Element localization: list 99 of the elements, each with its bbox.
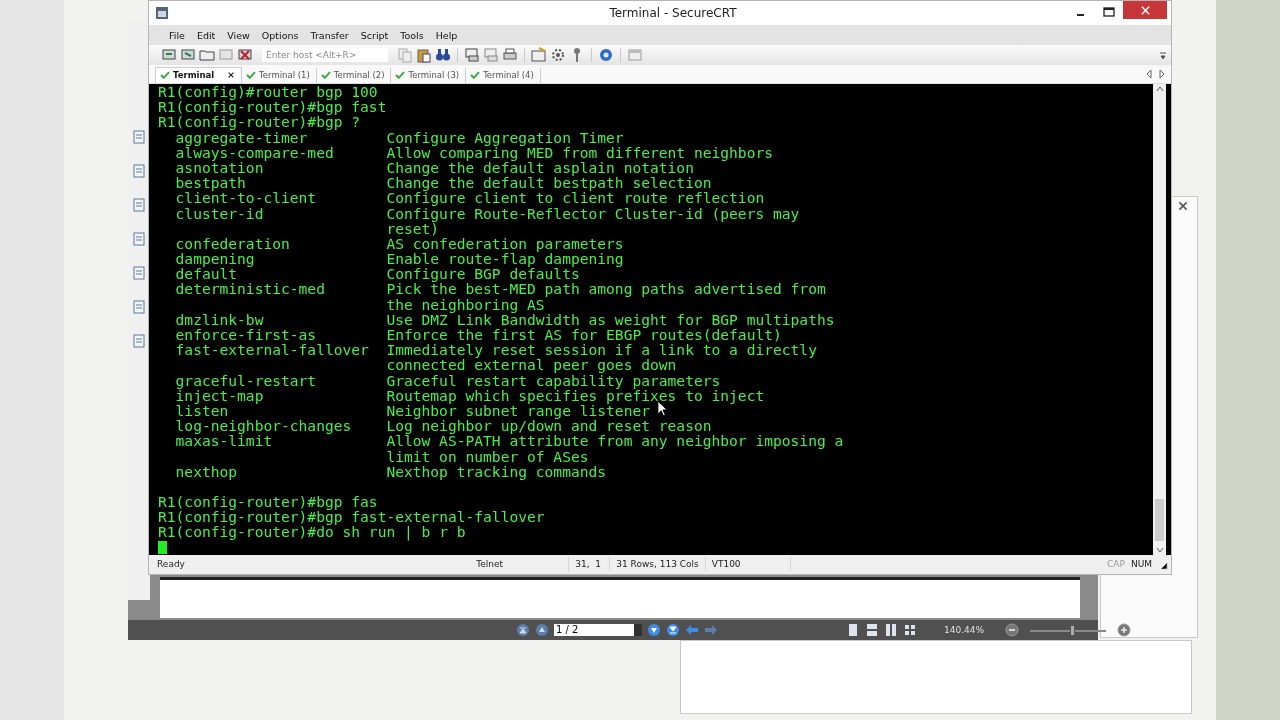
zoom-out-icon[interactable] bbox=[1005, 623, 1020, 637]
command-name: inject-map bbox=[175, 387, 264, 403]
scroll-up-icon[interactable] bbox=[1154, 84, 1165, 94]
scroll-left-icon[interactable] bbox=[1145, 69, 1153, 79]
terminal-line: R1(config-router)#bgp fas bbox=[158, 494, 378, 510]
command-description: the neighboring AS bbox=[386, 296, 545, 312]
menu-item[interactable]: Options bbox=[255, 29, 305, 41]
command-name: nexthop bbox=[175, 463, 239, 479]
menu-item[interactable]: Transfer bbox=[304, 29, 355, 41]
window-title: Terminal - SecureCRT bbox=[608, 6, 738, 20]
cursor-position: 31, 1 bbox=[569, 557, 611, 572]
close-button[interactable] bbox=[1123, 1, 1167, 19]
close-icon[interactable] bbox=[1177, 200, 1189, 212]
terminal-line: R1(config-router)#do sh run | b r b bbox=[158, 524, 466, 540]
command-description: Enable route-flap dampening bbox=[386, 251, 624, 267]
menu-item[interactable]: Edit bbox=[190, 29, 222, 41]
command-description: connected external peer goes down bbox=[386, 357, 677, 373]
scroll-down-icon[interactable] bbox=[1154, 545, 1165, 555]
command-name: asnotation bbox=[175, 159, 264, 176]
previous-page-icon[interactable] bbox=[535, 623, 549, 637]
settings-icon[interactable] bbox=[550, 47, 566, 63]
menu-item[interactable]: Tools bbox=[394, 29, 430, 41]
single-page-icon[interactable] bbox=[846, 623, 860, 637]
command-name: always-compare-med bbox=[175, 144, 335, 160]
command-description: AS confederation parameters bbox=[386, 235, 624, 252]
command-description: Configure Route-Reflector Cluster-id (peers may bbox=[386, 205, 800, 221]
two-page-icon[interactable] bbox=[884, 623, 898, 637]
command-description: Enforce the first AS for EBGP routes(default) bbox=[386, 327, 782, 343]
menu-item[interactable]: View bbox=[221, 29, 256, 41]
menu-item[interactable]: File bbox=[163, 29, 191, 41]
toolbar-overflow-icon[interactable] bbox=[1159, 50, 1167, 60]
command-description: reset) bbox=[386, 220, 440, 236]
check-icon bbox=[395, 71, 406, 79]
command-description: Graceful restart capability parameters bbox=[386, 372, 721, 388]
command-description: Pick the best-MED path among paths advertised from bbox=[386, 281, 826, 297]
scrollbar[interactable] bbox=[1153, 84, 1166, 555]
print-screen-icon[interactable] bbox=[464, 47, 480, 63]
host-field[interactable]: Enter host <Alt+R> bbox=[262, 48, 388, 62]
command-description: Routemap which specifies prefixes to inject bbox=[386, 387, 765, 403]
command-name: cluster-id bbox=[175, 205, 265, 221]
menu-item[interactable]: Help bbox=[429, 29, 464, 41]
disconnect-icon[interactable] bbox=[237, 47, 253, 63]
key-indicator: NUM bbox=[1129, 558, 1153, 571]
back-arrow-icon[interactable] bbox=[685, 623, 699, 637]
check-icon bbox=[160, 71, 170, 79]
key-indicator: CAP bbox=[1106, 558, 1126, 571]
command-name: aggregate-timer bbox=[175, 129, 308, 145]
zoom-percentage: 140.44% bbox=[944, 625, 985, 635]
protocol-label: Telnet bbox=[476, 557, 570, 572]
command-name: dmzlink-bw bbox=[175, 311, 265, 327]
command-description: limit on number of ASes bbox=[386, 448, 589, 464]
folder-icon[interactable] bbox=[199, 47, 215, 63]
command-description: Configure Aggregation Timer bbox=[386, 129, 624, 145]
terminal-line: R1(config-router)#bgp ? bbox=[158, 114, 361, 130]
continuous-page-icon[interactable] bbox=[865, 623, 879, 637]
command-name: deterministic-med bbox=[175, 281, 326, 297]
next-page-icon[interactable] bbox=[647, 623, 661, 637]
command-name: enforce-first-as bbox=[175, 327, 318, 343]
command-description: Change the default asplain notation bbox=[386, 159, 694, 176]
scroll-right-icon[interactable] bbox=[1158, 69, 1166, 79]
session-tab[interactable]: Terminal bbox=[155, 67, 243, 83]
session-tab[interactable]: Terminal (3) bbox=[391, 68, 467, 83]
app-icon bbox=[155, 6, 169, 20]
terminal-size: 31 Rows, 113 Cols bbox=[610, 557, 706, 572]
grid-view-icon[interactable] bbox=[903, 623, 917, 637]
terminal-line: R1(config)#router bgp 100 bbox=[158, 84, 378, 100]
menu-item[interactable]: Script bbox=[354, 29, 395, 41]
terminal-line: R1(config-router)#bgp fast-external-fallover bbox=[158, 509, 545, 525]
paste-icon[interactable] bbox=[416, 47, 432, 63]
command-name: confederation bbox=[175, 235, 291, 252]
printer-icon[interactable] bbox=[502, 47, 518, 63]
quick-connect-icon[interactable] bbox=[180, 47, 196, 63]
emulation-label: VT100 bbox=[705, 557, 791, 572]
first-page-icon[interactable] bbox=[516, 623, 530, 637]
check-icon bbox=[246, 71, 257, 79]
command-name: fast-external-fallover bbox=[175, 342, 369, 358]
zoom-in-icon[interactable] bbox=[1117, 623, 1132, 637]
binoculars-icon[interactable] bbox=[435, 47, 451, 63]
command-description: Nexthop tracking commands bbox=[386, 463, 607, 479]
connect-icon[interactable] bbox=[161, 47, 177, 63]
text-cursor bbox=[158, 540, 167, 554]
command-name: graceful-restart bbox=[175, 372, 318, 388]
close-icon[interactable] bbox=[227, 71, 236, 79]
scrollbar-thumb[interactable] bbox=[1155, 499, 1164, 541]
command-name: dampening bbox=[175, 251, 256, 267]
slider-thumb[interactable] bbox=[1069, 624, 1075, 636]
command-name: bestpath bbox=[175, 175, 246, 191]
last-page-icon[interactable] bbox=[666, 623, 680, 637]
check-icon bbox=[470, 71, 481, 79]
command-name: log-neighbor-changes bbox=[175, 418, 353, 434]
session-tab[interactable]: Terminal (4) bbox=[466, 68, 541, 83]
session-tab[interactable]: Terminal (2) bbox=[316, 68, 392, 83]
check-icon bbox=[320, 71, 331, 79]
status-text: Ready bbox=[156, 558, 186, 571]
page-field[interactable]: 1 / 2 bbox=[554, 624, 642, 636]
command-name: listen bbox=[175, 402, 229, 419]
help-icon[interactable] bbox=[598, 47, 614, 63]
session-tab[interactable]: Terminal (1) bbox=[242, 68, 317, 83]
command-description: Immediately reset session if a link to a directly bbox=[386, 342, 817, 358]
